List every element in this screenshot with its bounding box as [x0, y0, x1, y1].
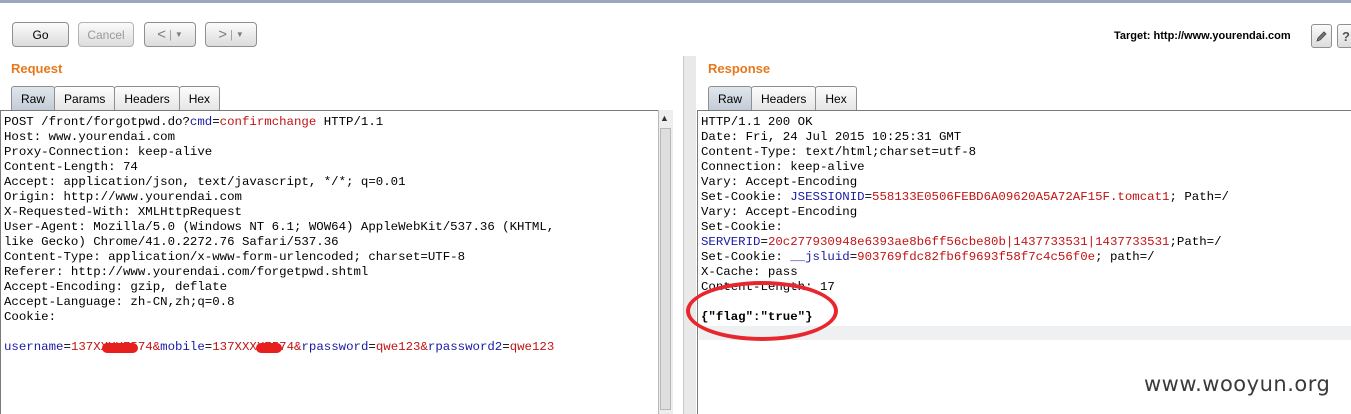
request-header: Content-Type: application/x-www-form-url… — [4, 250, 466, 264]
button-separator: | — [229, 28, 233, 41]
request-header: Proxy-Connection: keep-alive — [4, 145, 213, 159]
annotation-circle — [686, 281, 838, 341]
body-param-amp: & — [420, 340, 428, 354]
response-tabs: Raw Headers Hex — [708, 86, 857, 110]
request-tabs: Raw Params Headers Hex — [11, 86, 221, 110]
cookie-key: __jsluid — [790, 250, 850, 264]
body-param-eq: = — [502, 340, 510, 354]
request-tab-params[interactable]: Params — [54, 86, 116, 110]
request-tab-hex[interactable]: Hex — [178, 86, 221, 110]
help-icon: ? — [1342, 28, 1350, 44]
target-label: Target: http://www.yourendai.com — [1114, 30, 1291, 42]
body-param-value: qwe123 — [509, 340, 555, 354]
button-separator: | — [168, 28, 172, 41]
request-text[interactable]: POST /front/forgotpwd.do?cmd=confirmchan… — [4, 115, 554, 355]
request-title: Request — [11, 61, 63, 76]
request-tab-headers[interactable]: Headers — [114, 86, 180, 110]
cookie-key: JSESSIONID — [790, 190, 865, 204]
help-button[interactable]: ? — [1337, 24, 1351, 48]
forward-button[interactable]: > | ▼ — [205, 22, 257, 47]
response-title: Response — [708, 61, 771, 76]
pencil-icon — [1316, 30, 1327, 42]
scroll-up-icon[interactable]: ▲ — [660, 113, 669, 123]
request-line-eq: = — [212, 115, 220, 129]
response-header: Set-Cookie: — [701, 220, 783, 234]
request-header: like Gecko) Chrome/41.0.2272.76 Safari/5… — [4, 235, 339, 249]
response-header: Connection: keep-alive — [701, 160, 865, 174]
go-button[interactable]: Go — [12, 22, 69, 47]
redaction-mark — [102, 343, 138, 353]
request-header: Origin: http://www.yourendai.com — [4, 190, 242, 204]
request-header: Accept: application/json, text/javascrip… — [4, 175, 406, 189]
request-header: Content-Length: 74 — [4, 160, 138, 174]
back-arrow-icon: < — [157, 26, 166, 43]
scroll-thumb[interactable] — [660, 128, 671, 410]
cancel-button-label: Cancel — [87, 27, 125, 42]
cookie-eq: = — [864, 190, 873, 204]
request-header: Accept-Encoding: gzip, deflate — [4, 280, 228, 294]
pane-splitter[interactable] — [683, 56, 696, 414]
body-param-key: mobile — [160, 340, 205, 354]
body-param-key: username — [4, 340, 64, 354]
request-header: Cookie: — [4, 310, 57, 324]
body-param-eq: = — [63, 340, 71, 354]
response-tab-headers[interactable]: Headers — [751, 86, 817, 110]
cancel-button[interactable]: Cancel — [78, 22, 134, 47]
cookie-rest: ; Path=/ — [1169, 190, 1229, 204]
request-editor[interactable]: POST /front/forgotpwd.do?cmd=confirmchan… — [0, 110, 659, 414]
request-header: Referer: http://www.yourendai.com/forget… — [4, 265, 369, 279]
cookie-value: 903769fdc82fb6f9693f58f7c4c56f0e — [857, 250, 1096, 264]
response-tab-raw[interactable]: Raw — [708, 86, 753, 110]
request-line-param: cmd — [189, 115, 213, 129]
body-param-key: rpassword — [301, 340, 369, 354]
request-tab-raw[interactable]: Raw — [11, 86, 56, 110]
cookie-prefix: Set-Cookie: — [701, 190, 791, 204]
back-dropdown-icon[interactable]: ▼ — [175, 30, 183, 39]
cookie-rest: ;Path=/ — [1169, 235, 1222, 249]
response-header: Vary: Accept-Encoding — [701, 175, 858, 189]
toolbar: Go Cancel < | ▼ > | ▼ Target: http://www… — [0, 3, 1351, 56]
cookie-value: 20c277930948e6393ae8b6ff56cbe80b|1437733… — [767, 235, 1170, 249]
back-button[interactable]: < | ▼ — [144, 22, 196, 47]
cookie-value: 558133E0506FEBD6A09620A5A72AF15F.tomcat1 — [872, 190, 1170, 204]
body-param-eq: = — [368, 340, 376, 354]
response-header: Content-Type: text/html;charset=utf-8 — [701, 145, 977, 159]
cookie-prefix: Set-Cookie: — [701, 250, 791, 264]
forward-dropdown-icon[interactable]: ▼ — [236, 30, 244, 39]
response-header: Vary: Accept-Encoding — [701, 205, 858, 219]
request-scrollbar[interactable]: ▲ — [658, 110, 673, 414]
edit-target-button[interactable] — [1311, 24, 1332, 48]
request-header: Host: www.yourendai.com — [4, 130, 176, 144]
request-header: User-Agent: Mozilla/5.0 (Windows NT 6.1;… — [4, 220, 555, 234]
response-header: X-Cache: pass — [701, 265, 798, 279]
cookie-key: SERVERID — [701, 235, 761, 249]
request-line-rest: HTTP/1.1 — [316, 115, 384, 129]
redaction-mark — [256, 343, 282, 353]
response-header: Date: Fri, 24 Jul 2015 10:25:31 GMT — [701, 130, 962, 144]
cookie-eq: = — [760, 235, 768, 249]
request-line-value: confirmchange — [219, 115, 317, 129]
response-status-line: HTTP/1.1 200 OK — [701, 115, 813, 129]
forward-arrow-icon: > — [218, 26, 227, 43]
body-param-value: qwe123 — [375, 340, 421, 354]
watermark: www.wooyun.org — [1144, 372, 1331, 396]
body-param-key: rpassword2 — [427, 340, 503, 354]
cookie-rest: ; path=/ — [1095, 250, 1155, 264]
response-editor[interactable]: HTTP/1.1 200 OK Date: Fri, 24 Jul 2015 1… — [697, 110, 1351, 414]
request-line-method: POST /front/forgotpwd.do? — [4, 115, 190, 129]
request-header: Accept-Language: zh-CN,zh;q=0.8 — [4, 295, 235, 309]
response-tab-hex[interactable]: Hex — [815, 86, 857, 110]
request-header: X-Requested-With: XMLHttpRequest — [4, 205, 242, 219]
go-button-label: Go — [32, 27, 49, 42]
